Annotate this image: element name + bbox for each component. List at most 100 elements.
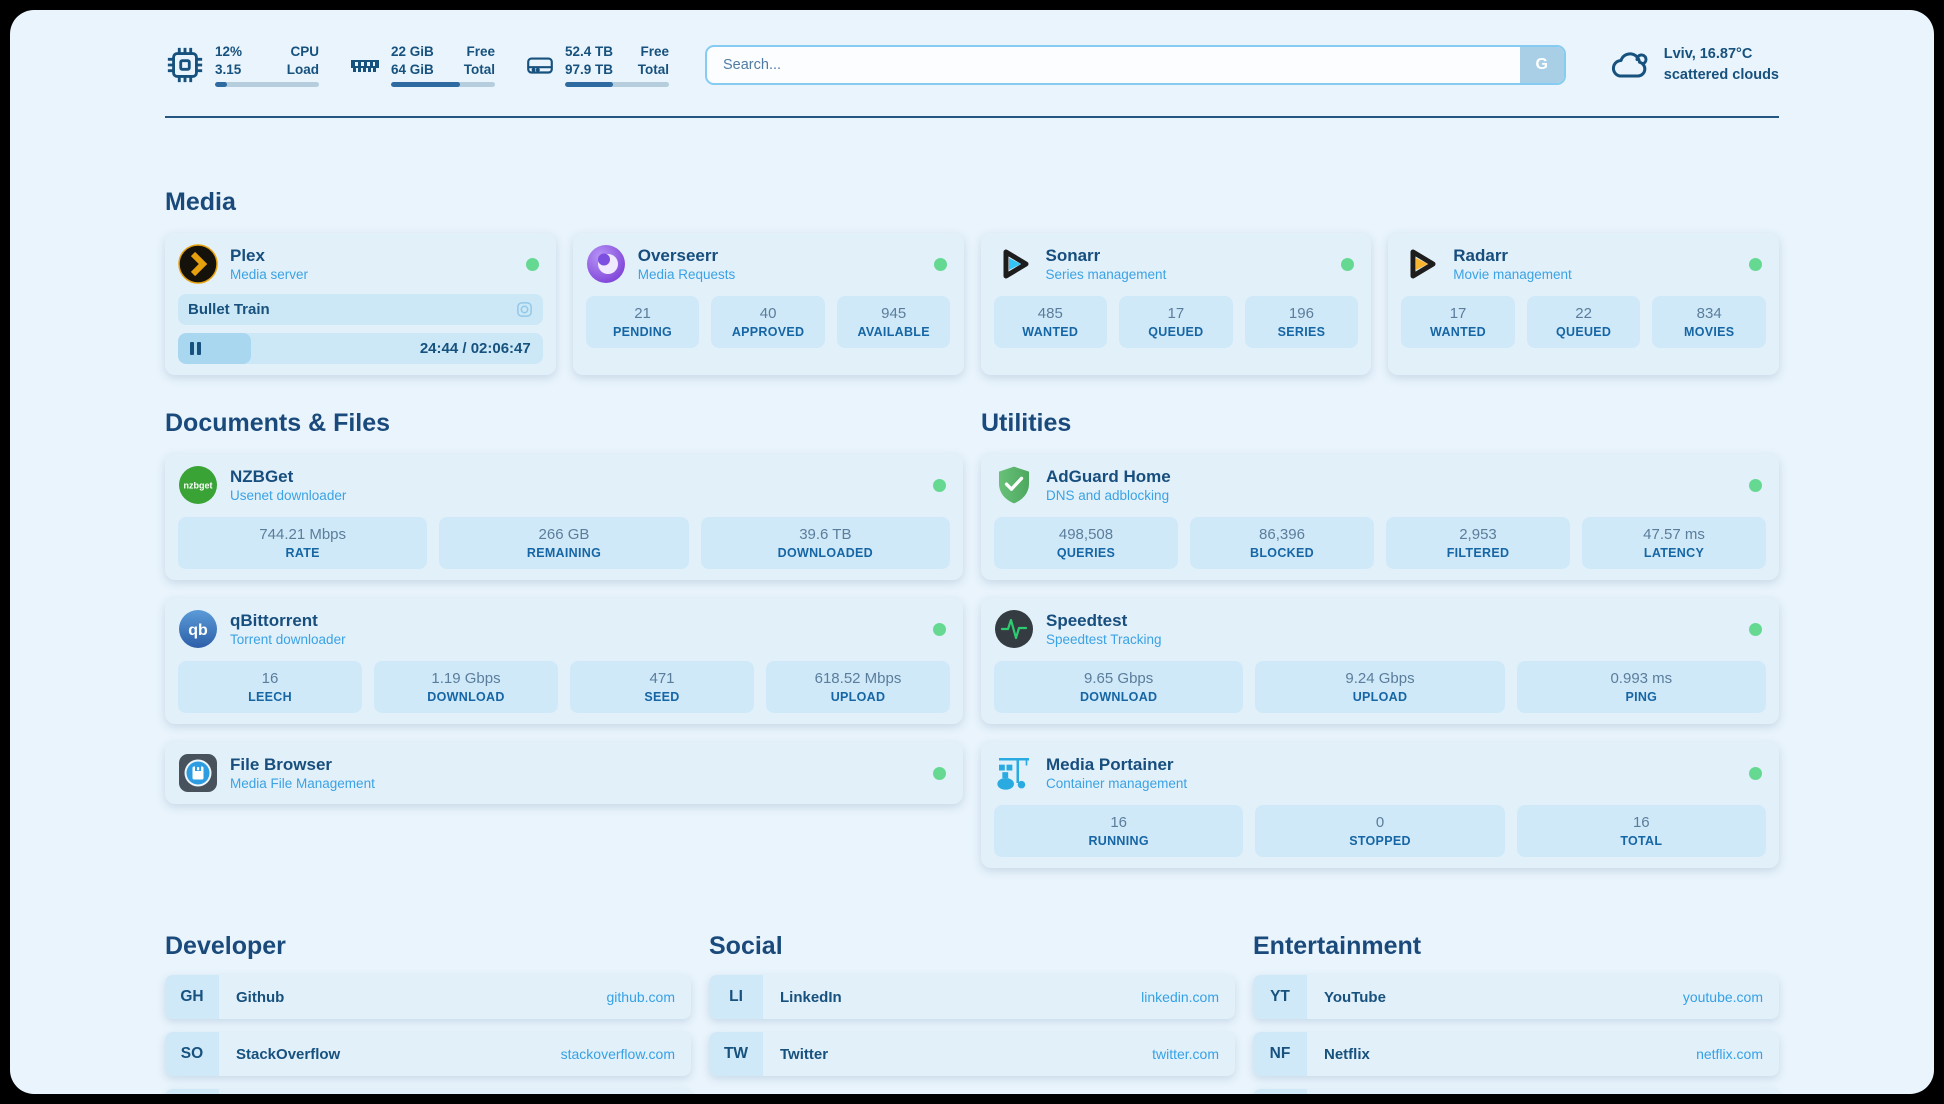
app-name: Overseerr (638, 245, 922, 266)
ram-free-value: 22 GiB (391, 43, 434, 61)
stat-tile: 618.52 Mbps UPLOAD (766, 661, 950, 713)
svg-text:qb: qb (188, 622, 208, 639)
ram-total-label: Total (464, 61, 495, 79)
now-playing-row: Bullet Train (178, 294, 543, 325)
portainer-card[interactable]: Media Portainer Container management 16 … (981, 742, 1779, 868)
dashboard-page: 12% 3.15 CPU Load (10, 10, 1934, 1094)
disk-icon (525, 50, 555, 80)
stat-tile: 9.24 Gbps UPLOAD (1255, 661, 1504, 713)
app-name: NZBGet (230, 466, 921, 487)
status-indicator (1341, 258, 1354, 271)
bookmark-name: StackOverflow (236, 1046, 340, 1063)
section-title-social: Social (709, 932, 1235, 961)
filebrowser-card[interactable]: File Browser Media File Management (165, 742, 963, 804)
bookmark-dev[interactable]: DT DEV dev.to (165, 1089, 691, 1094)
ram-total-value: 64 GiB (391, 61, 434, 79)
bookmark-youtube[interactable]: YT YouTube youtube.com (1253, 975, 1779, 1019)
stat-tile: 744.21 Mbps RATE (178, 517, 427, 569)
status-indicator (933, 479, 946, 492)
stat-tile: 40 APPROVED (711, 296, 825, 348)
stat-tile: 9.65 Gbps DOWNLOAD (994, 661, 1243, 713)
stat-tile: 16 RUNNING (994, 805, 1243, 857)
app-name: Radarr (1453, 245, 1737, 266)
stat-tile: 485 WANTED (994, 296, 1108, 348)
status-indicator (934, 258, 947, 271)
stat-tile: 471 SEED (570, 661, 754, 713)
header-divider (165, 116, 1779, 118)
cloud-icon (1608, 46, 1652, 84)
app-name: Media Portainer (1046, 754, 1737, 775)
search-provider-button[interactable]: G (1520, 47, 1564, 83)
status-indicator (933, 767, 946, 780)
radarr-icon (1401, 244, 1441, 284)
status-indicator (1749, 767, 1762, 780)
ram-progress-bar (391, 82, 495, 87)
portainer-icon (994, 753, 1034, 793)
bookmark-group-social: Social LI LinkedIn linkedin.com TW Twitt… (709, 932, 1235, 1094)
status-indicator (1749, 479, 1762, 492)
bookmark-reddit[interactable]: RE Reddit reddit.com (1253, 1089, 1779, 1094)
stat-tile: 945 AVAILABLE (837, 296, 951, 348)
section-title-media: Media (165, 188, 1779, 217)
bookmark-netflix[interactable]: NF Netflix netflix.com (1253, 1032, 1779, 1076)
stat-tile: 17 QUEUED (1119, 296, 1233, 348)
sonarr-icon (994, 244, 1034, 284)
bookmark-abbr: DT (165, 1089, 219, 1094)
app-description: Speedtest Tracking (1046, 631, 1737, 649)
status-indicator (933, 623, 946, 636)
stat-tile: 47.57 ms LATENCY (1582, 517, 1766, 569)
sonarr-card[interactable]: Sonarr Series management 485 WANTED 17 Q… (981, 233, 1372, 375)
stat-tile: 22 QUEUED (1527, 296, 1641, 348)
stat-tile: 86,396 BLOCKED (1190, 517, 1374, 569)
adguard-card[interactable]: AdGuard Home DNS and adblocking 498,508 … (981, 454, 1779, 580)
bookmark-url: stackoverflow.com (561, 1046, 675, 1062)
qbittorrent-card[interactable]: qb qBittorrent Torrent downloader 16 LEE… (165, 598, 963, 724)
cpu-stat-widget: 12% 3.15 CPU Load (165, 43, 319, 87)
nzbget-icon: nzbget (178, 465, 218, 505)
bookmark-url: youtube.com (1683, 989, 1763, 1005)
stat-tile: 0 STOPPED (1255, 805, 1504, 857)
bookmark-group-entertainment: Entertainment YT YouTube youtube.com NF … (1253, 932, 1779, 1094)
playback-progress-bar: 24:44 / 02:06:47 (178, 333, 543, 364)
stat-tile: 21 PENDING (586, 296, 700, 348)
nzbget-card[interactable]: nzbget NZBGet Usenet downloader 744.21 M… (165, 454, 963, 580)
bookmark-url: github.com (607, 989, 675, 1005)
speedtest-card[interactable]: Speedtest Speedtest Tracking 9.65 Gbps D… (981, 598, 1779, 724)
app-name: Plex (230, 245, 514, 266)
app-name: AdGuard Home (1046, 466, 1737, 487)
app-name: Sonarr (1046, 245, 1330, 266)
stat-tile: 0.993 ms PING (1517, 661, 1766, 713)
overseerr-card[interactable]: Overseerr Media Requests 21 PENDING 40 A… (573, 233, 964, 375)
app-description: DNS and adblocking (1046, 487, 1737, 505)
filebrowser-icon (178, 753, 218, 793)
cpu-label: CPU (287, 43, 319, 61)
bookmark-twitter[interactable]: TW Twitter twitter.com (709, 1032, 1235, 1076)
speedtest-icon (994, 609, 1034, 649)
status-indicator (1749, 258, 1762, 271)
ram-icon (349, 50, 381, 80)
memory-stat-widget: 22 GiB 64 GiB Free Total (349, 43, 495, 87)
stat-tile: 1.19 Gbps DOWNLOAD (374, 661, 558, 713)
weather-condition: scattered clouds (1664, 65, 1779, 86)
weather-location-temp: Lviv, 16.87°C (1664, 44, 1779, 65)
section-title-documents: Documents & Files (165, 409, 963, 438)
stat-tile: 16 TOTAL (1517, 805, 1766, 857)
app-name: qBittorrent (230, 610, 921, 631)
plex-card[interactable]: Plex Media server Bullet Train 24:44 / 0… (165, 233, 556, 375)
app-description: Series management (1046, 266, 1330, 284)
adguard-icon (994, 465, 1034, 505)
bookmark-name: Netflix (1324, 1046, 1370, 1063)
bookmark-url: linkedin.com (1141, 989, 1219, 1005)
stat-tile: 16 LEECH (178, 661, 362, 713)
stat-tile: 834 MOVIES (1652, 296, 1766, 348)
bookmark-github[interactable]: GH Github github.com (165, 975, 691, 1019)
bookmark-linkedin[interactable]: LI LinkedIn linkedin.com (709, 975, 1235, 1019)
bookmark-stackoverflow[interactable]: SO StackOverflow stackoverflow.com (165, 1032, 691, 1076)
stat-tile: 39.6 TB DOWNLOADED (701, 517, 950, 569)
bookmark-name: LinkedIn (780, 989, 842, 1006)
bookmark-abbr: LI (709, 975, 763, 1019)
search-input[interactable] (707, 57, 1520, 73)
bookmark-abbr: GH (165, 975, 219, 1019)
radarr-card[interactable]: Radarr Movie management 17 WANTED 22 QUE… (1388, 233, 1779, 375)
app-description: Torrent downloader (230, 631, 921, 649)
